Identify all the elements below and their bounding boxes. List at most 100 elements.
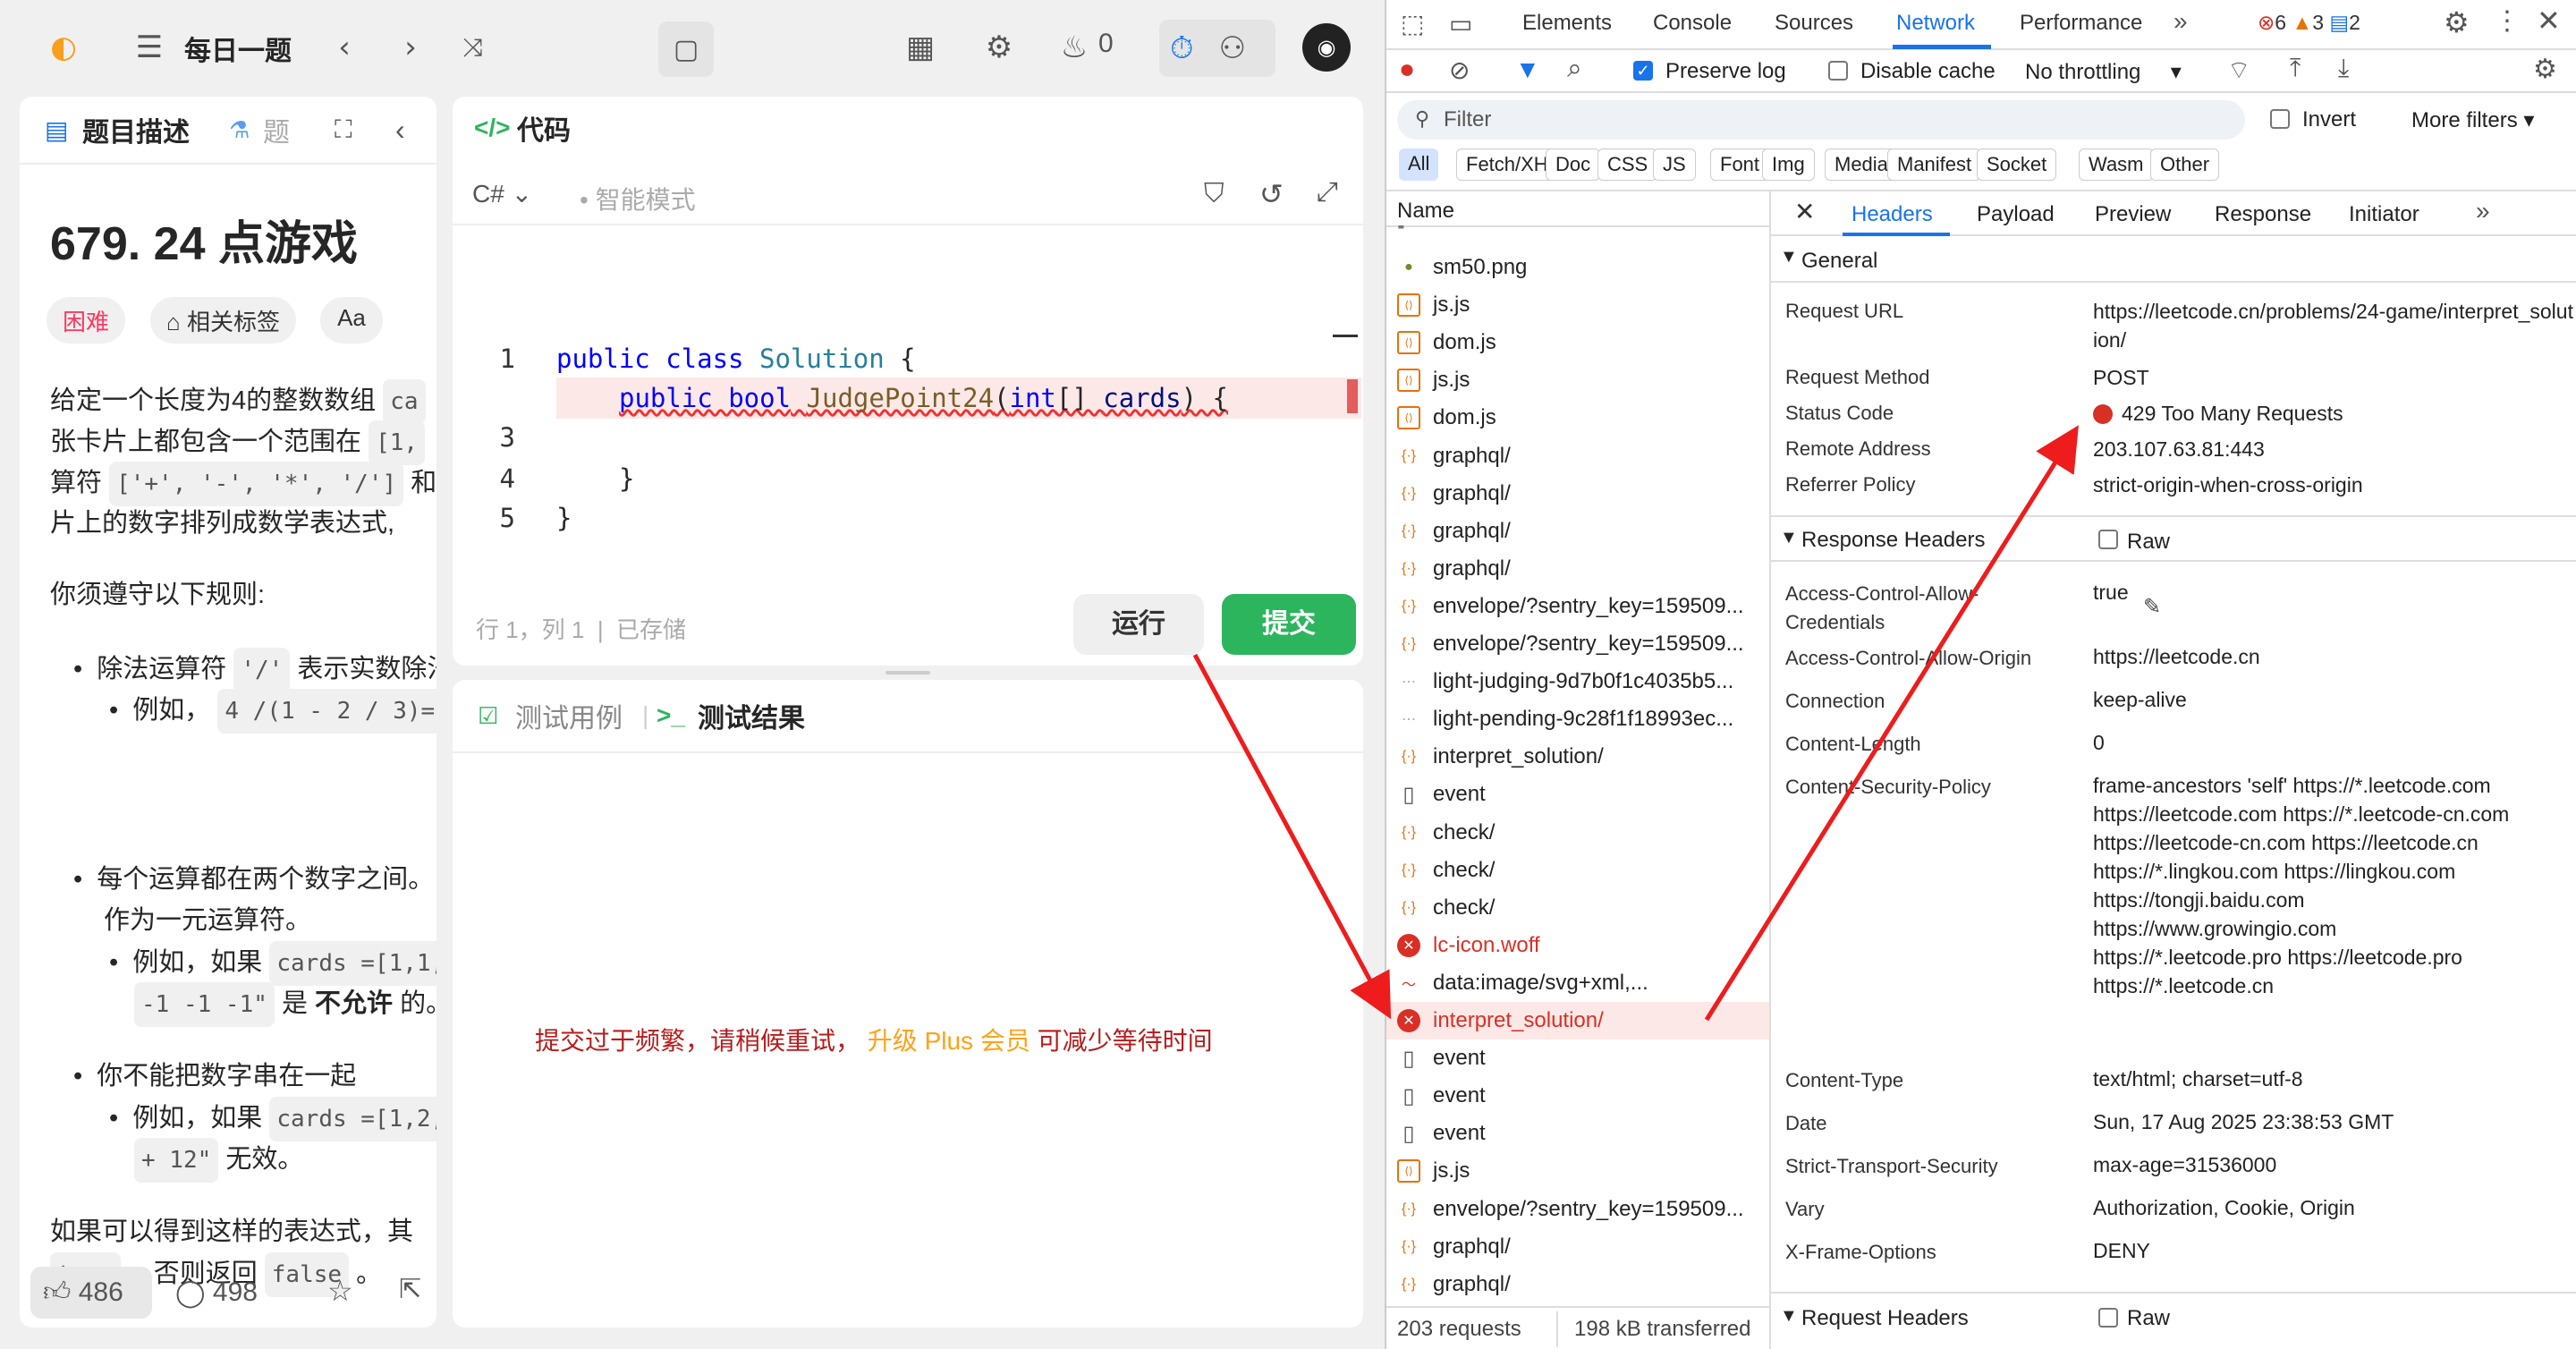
notes-icon[interactable]: ▢ [658,21,714,77]
settings-gear-icon[interactable]: ⚙ [979,27,1020,68]
request-row[interactable]: {·} envelope/?sentry_key=159509... [1397,588,1764,625]
request-row[interactable]: {·} graphql/ [1397,550,1764,588]
record-stop-icon[interactable]: ⏺ [1401,55,1413,85]
header-value[interactable]: max-age=31536000 [2093,1150,2576,1179]
tab-performance[interactable]: Performance [2020,11,2142,36]
add-friend-icon[interactable]: ⚇ [1219,30,1246,66]
type-filter-manifest[interactable]: Manifest [1887,148,1982,181]
invert-checkbox[interactable] [2270,109,2290,129]
request-row[interactable]: ▯ event [1397,1115,1764,1152]
resize-handle[interactable] [886,671,930,674]
tab-payload[interactable]: Payload [1977,202,2055,227]
type-filter-other[interactable]: Other [2150,148,2220,181]
general-section-header[interactable]: ▼ General [1771,238,2576,283]
header-value[interactable]: DENY [2093,1236,2576,1265]
type-filter-socket[interactable]: Socket [1977,148,2057,181]
request-row[interactable]: ⋯ light-judging-9d7b0f1c4035b5... [1397,663,1764,700]
tab-elements[interactable]: Elements [1522,11,1612,36]
favorite-star-icon[interactable]: ☆ [327,1274,353,1308]
header-value[interactable]: 0 [2093,728,2576,757]
export-har-icon[interactable]: ⤓ [2338,54,2349,83]
tab-network[interactable]: Network [1896,11,1975,36]
tab-response[interactable]: Response [2215,202,2311,227]
header-value[interactable]: https://leetcode.cn/problems/24-game/int… [2093,297,2576,354]
filter-funnel-icon[interactable]: ▼ [1515,55,1540,84]
preserve-log-checkbox[interactable]: ✓ [1633,61,1653,81]
request-row[interactable]: ▯ event [1397,776,1764,813]
header-value[interactable]: frame-ancestors 'self' https://*.leetcod… [2093,771,2513,1000]
request-row[interactable]: ▯ event [1397,1077,1764,1115]
response-headers-section-header[interactable]: ▼ Response Headers Raw [1771,515,2576,562]
user-avatar[interactable]: ◉ [1302,23,1351,72]
request-row[interactable]: ✕ lc-icon.woff [1397,927,1764,964]
request-row[interactable]: ⟨⟩ js.js [1397,286,1764,324]
fullscreen-icon[interactable]: ⤢ [1317,177,1338,208]
request-row[interactable]: {·} check/ [1397,852,1764,889]
devtools-menu-icon[interactable]: ⋮ [2494,5,2521,37]
shuffle-icon[interactable]: ⤨ [453,27,494,68]
filter-input[interactable]: ⚲ Filter [1397,100,2245,140]
tab-result[interactable]: 测试结果 [698,696,805,735]
more-filters-dropdown[interactable]: More filters ▾ [2411,107,2534,133]
tab-preview[interactable]: Preview [2095,202,2171,227]
request-row[interactable]: {·} graphql/ [1397,1228,1764,1266]
request-row[interactable]: {·} check/ [1397,814,1764,852]
header-value[interactable]: 203.107.63.81:443 [2093,435,2576,463]
header-value[interactable]: keep-alive [2093,685,2576,714]
type-filter-doc[interactable]: Doc [1546,148,1601,181]
submit-button[interactable]: 提交 [1222,594,1356,655]
close-detail-icon[interactable]: ✕ [1794,197,1815,226]
raw-label[interactable]: Raw [2127,1306,2170,1331]
more-tabs-icon[interactable]: » [2174,7,2188,36]
devtools-close-icon[interactable]: ✕ [2537,4,2561,38]
disable-cache-label[interactable]: Disable cache [1860,59,1996,84]
devtools-settings-icon[interactable]: ⚙ [2444,5,2470,39]
invert-label[interactable]: Invert [2302,107,2356,132]
request-row[interactable]: ⟨⟩ dom.js [1397,399,1764,437]
request-row[interactable]: ⟨⟩ js.js [1397,361,1764,399]
header-value[interactable]: https://leetcode.cn [2093,642,2576,671]
leetcode-logo-icon[interactable]: ◐ [43,27,84,68]
type-filter-font[interactable]: Font [1710,148,1770,181]
type-filter-css[interactable]: CSS [1597,148,1658,181]
error-count-badge[interactable]: ⊗6 ▲3 ▤2 [2258,11,2360,35]
status-code-value[interactable]: 429 Too Many Requests [2093,399,2576,428]
disable-cache-checkbox[interactable] [1828,61,1848,81]
network-conditions-icon[interactable]: ⌔ [2227,55,2250,87]
daily-problem-label[interactable]: 每日一题 [184,29,292,68]
timer-icon[interactable]: ⏱ ⚇ [1159,20,1275,77]
tab-headers[interactable]: Headers [1852,202,1933,227]
throttling-select[interactable]: No throttling ▾ [2025,59,2182,85]
search-icon[interactable]: ⌕ [1567,54,1582,84]
request-row[interactable]: {·} graphql/ [1397,513,1764,550]
header-value[interactable]: Authorization, Cookie, Origin [2093,1193,2576,1222]
import-har-icon[interactable]: ⤒ [2290,54,2301,83]
share-icon[interactable]: ⇱ [399,1274,421,1305]
request-row[interactable]: {·} interpret_solution/ [1397,738,1764,776]
tab-console[interactable]: Console [1653,11,1732,36]
header-value[interactable]: POST [2093,363,2576,392]
layout-icon[interactable]: ▦ [900,27,941,68]
type-filter-img[interactable]: Img [1762,148,1815,181]
problem-list-icon[interactable]: ☰ [129,27,170,68]
raw-label[interactable]: Raw [2127,530,2170,555]
request-row[interactable]: {·} envelope/?sentry_key=159509... [1397,625,1764,663]
code-editor[interactable]: 1 3 4 5 public class Solution { public b… [453,229,1363,560]
request-row[interactable]: {·} envelope/?sentry_key=159509... [1397,1191,1764,1228]
network-settings-icon[interactable]: ⚙ [2533,54,2557,85]
request-row[interactable]: {·} check/ [1397,889,1764,927]
type-filter-all[interactable]: All [1399,148,1439,181]
request-row[interactable]: 〜 data:image/svg+xml,... [1397,964,1764,1002]
request-row[interactable]: {·} graphql/ [1397,475,1764,513]
like-button[interactable]: 👍︎ 486 [30,1267,152,1319]
smart-mode-toggle[interactable]: • 智能模式 [580,181,696,216]
run-button[interactable]: 运行 [1073,594,1204,655]
name-column-header[interactable]: Name [1397,199,1454,224]
type-filter-wasm[interactable]: Wasm [2079,148,2154,181]
bookmark-icon[interactable]: ⛉ [1204,179,1224,209]
header-value[interactable]: true [2093,578,2576,607]
edit-pencil-icon[interactable]: ✎ [2143,594,2161,620]
header-value[interactable]: Sun, 17 Aug 2025 23:38:53 GMT [2093,1107,2576,1136]
inspect-element-icon[interactable]: ⬚ [1401,9,1424,38]
request-row[interactable]: {·} graphql/ [1397,437,1764,475]
